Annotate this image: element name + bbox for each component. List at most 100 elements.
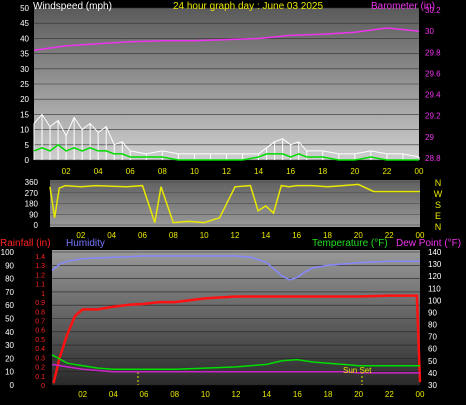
wind-x-tick: 02 xyxy=(62,167,71,176)
rainfall-y-tick: 1.3 xyxy=(35,263,45,270)
wind-x-tick: 08 xyxy=(158,167,167,176)
barometer-y-tick: 28.8 xyxy=(425,154,441,163)
rainfall-y-tick: 1 xyxy=(41,291,45,298)
wind-y-tick: 30 xyxy=(20,65,29,74)
humidity-y-tick: 70 xyxy=(5,288,14,297)
rain-x-tick: 16 xyxy=(293,390,302,399)
rain-humidity-temp-chart: 0 10 20 30 40 50 60 70 80 90 10 00 0.1 0.2 0.3 0.4 0.5 0.… xyxy=(0,238,461,399)
rain-x-tick: 02 xyxy=(78,390,87,399)
rain-x-tick: 22 xyxy=(385,390,394,399)
direction-x-tick: 14 xyxy=(261,231,270,240)
wind-y-tick: 5 xyxy=(25,141,30,150)
direction-x-tick: 12 xyxy=(231,231,240,240)
sunset-annotation: Sun Set xyxy=(343,366,372,375)
wind-x-tick: 20 xyxy=(350,167,359,176)
humidity-y-tick: 50 xyxy=(5,315,14,324)
barometer-axis-label: Barometer (in) xyxy=(371,1,435,12)
temperature-y-tick: 80 xyxy=(428,321,437,330)
humidity-y-tick: 60 xyxy=(5,301,14,310)
wind-x-tick: 06 xyxy=(126,167,135,176)
weather-charts-canvas: 0510152025303540455002 04 06 08 10 12 14 16 18 20… xyxy=(0,1,461,399)
compass-letter: S xyxy=(435,200,441,210)
direction-x-tick: 06 xyxy=(138,231,147,240)
weather-dashboard: 0 5 10 15 20 25 30 35 40 45 50 02 04 06 08 10 12 14 16 18 20… xyxy=(0,0,466,400)
humidity-axis-label: Humidity xyxy=(66,238,105,249)
rainfall-y-tick: 0.6 xyxy=(35,328,45,335)
compass-letter: W xyxy=(434,189,443,199)
wind-y-tick: 15 xyxy=(20,110,29,119)
direction-x-tick: 16 xyxy=(292,231,301,240)
wind-x-tick: 16 xyxy=(286,167,295,176)
barometer-y-tick: 29.2 xyxy=(425,112,441,121)
barometer-y-tick: 29.6 xyxy=(425,69,441,78)
direction-y-tick: 0 xyxy=(34,221,39,230)
wind-x-tick: 14 xyxy=(254,167,263,176)
rain-x-tick: 00 xyxy=(416,390,425,399)
wind-barometer-chart: 0 5 10 15 20 25 30 35 40 45 50 02 04 06 08 10 12 14 16 18 20… xyxy=(20,1,441,176)
rainfall-y-tick: 0.7 xyxy=(35,319,45,326)
direction-x-tick: 08 xyxy=(169,231,178,240)
wind-y-tick: 40 xyxy=(20,34,29,43)
wind-y-tick: 45 xyxy=(20,19,29,28)
temperature-y-tick: 120 xyxy=(428,272,442,281)
rain-x-tick: 04 xyxy=(109,390,118,399)
rainfall-y-tick: 0.4 xyxy=(35,346,45,353)
temperature-y-tick: 140 xyxy=(428,248,442,257)
wind-y-tick: 35 xyxy=(20,50,29,59)
humidity-y-tick: 80 xyxy=(5,275,14,284)
rainfall-y-tick: 0 xyxy=(41,383,45,390)
temperature-y-tick: 60 xyxy=(428,345,437,354)
rain-x-tick: 20 xyxy=(354,390,363,399)
rainfall-y-tick: 0.3 xyxy=(35,355,45,362)
rainfall-axis-label: Rainfall (in) xyxy=(0,238,51,249)
wind-y-tick: 50 xyxy=(20,4,29,13)
rainfall-y-tick: 1.1 xyxy=(35,282,45,289)
rainfall-y-tick: 0.2 xyxy=(35,365,45,372)
rainfall-y-tick: 1.2 xyxy=(35,272,45,279)
direction-x-tick: 10 xyxy=(200,231,209,240)
barometer-y-tick: 30 xyxy=(425,27,434,36)
temperature-y-tick: 100 xyxy=(428,296,442,305)
wind-x-tick: 12 xyxy=(222,167,231,176)
temperature-y-tick: 30 xyxy=(428,381,437,390)
barometer-y-tick: 29.4 xyxy=(425,91,441,100)
rain-chart-plot-area xyxy=(52,250,420,385)
rainfall-y-tick: 0.1 xyxy=(35,374,45,381)
humidity-y-tick: 100 xyxy=(1,248,15,257)
humidity-y-tick: 20 xyxy=(5,354,14,363)
rain-x-tick: 08 xyxy=(170,390,179,399)
wind-y-tick: 0 xyxy=(25,156,30,165)
barometer-y-tick: 29 xyxy=(425,133,434,142)
wind-chart-title: 24 hour graph day : June 03 2025 xyxy=(173,1,324,12)
rain-x-tick: 06 xyxy=(140,390,149,399)
rain-x-tick: 18 xyxy=(324,390,333,399)
temperature-y-tick: 50 xyxy=(428,357,437,366)
rain-x-tick: 10 xyxy=(201,390,210,399)
temperature-y-tick: 90 xyxy=(428,308,437,317)
wind-y-tick: 10 xyxy=(20,126,29,135)
compass-letter: N xyxy=(435,222,442,232)
temperature-y-tick: 130 xyxy=(428,260,442,269)
rainfall-y-tick: 0.5 xyxy=(35,337,45,344)
temperature-y-tick: 40 xyxy=(428,369,437,378)
humidity-y-tick: 10 xyxy=(5,368,14,377)
barometer-y-tick: 29.8 xyxy=(425,48,441,57)
rainfall-y-tick: 0.9 xyxy=(35,300,45,307)
wind-y-tick: 25 xyxy=(20,80,29,89)
compass-letter: E xyxy=(435,211,441,221)
rainfall-y-tick: 0.8 xyxy=(35,309,45,316)
dewpoint-axis-label: Dew Point (°F) xyxy=(396,238,461,249)
direction-y-tick: 90 xyxy=(29,210,38,219)
temperature-y-tick: 70 xyxy=(428,333,437,342)
wind-direction-chart: 09018027036002 04 06 08 10 12 14 16 18 20 22 00NWSE… xyxy=(25,178,443,240)
direction-y-tick: 270 xyxy=(25,189,39,198)
direction-x-tick: 04 xyxy=(107,231,116,240)
direction-y-tick: 180 xyxy=(25,200,39,209)
temperature-axis-label: Temperature (°F) xyxy=(312,238,388,249)
humidity-y-tick: 90 xyxy=(5,261,14,270)
wind-y-tick: 20 xyxy=(20,95,29,104)
wind-axis-label: Windspeed (mph) xyxy=(33,1,112,12)
wind-x-tick: 22 xyxy=(382,167,391,176)
wind-x-tick: 00 xyxy=(415,167,424,176)
humidity-y-tick: 30 xyxy=(5,341,14,350)
